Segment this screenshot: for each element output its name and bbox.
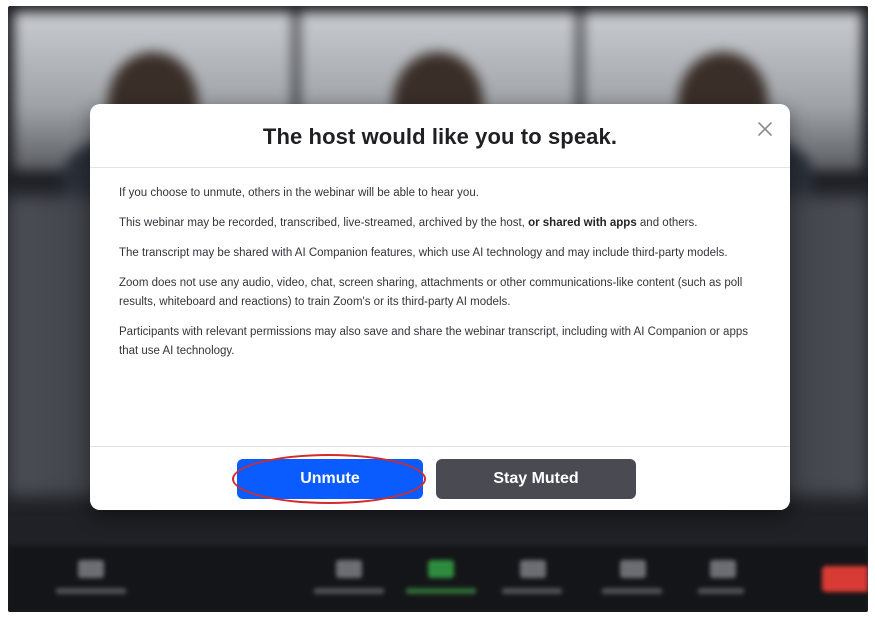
stay-muted-button[interactable]: Stay Muted xyxy=(436,459,636,499)
unmute-request-dialog: The host would like you to speak. If you… xyxy=(90,104,790,510)
video-icon[interactable] xyxy=(78,560,104,578)
dialog-title: The host would like you to speak. xyxy=(262,124,618,149)
meeting-toolbar xyxy=(8,546,868,612)
ai-training-notice: Zoom does not use any audio, video, chat… xyxy=(119,277,743,308)
recording-notice: This webinar may be recorded, transcribe… xyxy=(119,217,698,229)
divider xyxy=(90,167,790,168)
participants-icon[interactable] xyxy=(336,560,362,578)
reactions-icon[interactable] xyxy=(620,560,646,578)
transcript-notice: The transcript may be shared with AI Com… xyxy=(119,247,728,259)
chat-icon[interactable] xyxy=(520,560,546,578)
unmute-notice: If you choose to unmute, others in the w… xyxy=(119,187,479,199)
share-screen-icon[interactable] xyxy=(428,560,454,578)
divider xyxy=(90,446,790,447)
permissions-notice: Participants with relevant permissions m… xyxy=(119,326,748,357)
close-icon xyxy=(758,122,772,136)
dialog-body: If you choose to unmute, others in the w… xyxy=(119,184,769,372)
more-icon[interactable] xyxy=(710,560,736,578)
unmute-button[interactable]: Unmute xyxy=(237,459,423,499)
close-button[interactable] xyxy=(752,116,778,142)
end-button[interactable] xyxy=(822,566,868,592)
